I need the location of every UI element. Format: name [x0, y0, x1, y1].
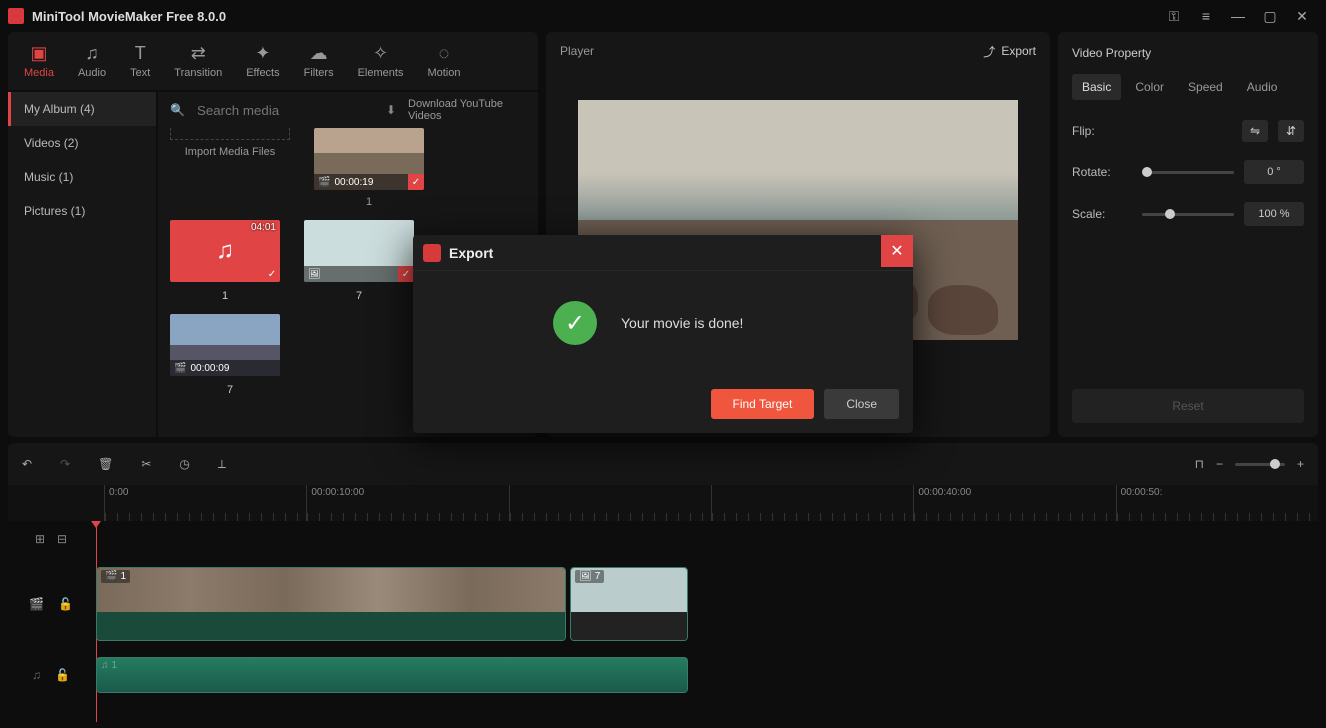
modal-title: Export [449, 245, 493, 261]
app-title: MiniTool MovieMaker Free 8.0.0 [32, 9, 226, 24]
audio-track-icon: ♫ [32, 668, 41, 682]
video-clip[interactable]: 🎬1 [96, 567, 566, 641]
export-dialog: Export ✕ ✓ Your movie is done! Find Targ… [413, 235, 913, 433]
video-icon: 🎬 [174, 363, 186, 374]
image-icon: 🖼 [308, 269, 321, 280]
tab-audio[interactable]: ♫Audio [70, 39, 114, 83]
media-thumb[interactable]: 🎬00:00:19 ✓ [314, 128, 424, 190]
sidebar-item-music[interactable]: Music (1) [8, 160, 156, 194]
crop-icon[interactable]: ⟂ [218, 457, 226, 472]
zoom-slider[interactable] [1235, 463, 1285, 466]
close-icon[interactable]: ✕ [1286, 0, 1318, 32]
maximize-icon[interactable]: ▢ [1254, 0, 1286, 32]
tab-filters[interactable]: ☁Filters [296, 39, 342, 83]
import-box[interactable] [170, 128, 290, 140]
search-icon: 🔍 [170, 103, 185, 117]
cut-icon[interactable]: ✂ [141, 457, 151, 471]
success-check-icon: ✓ [553, 301, 597, 345]
scale-value[interactable]: 100 % [1244, 202, 1304, 226]
check-icon: ✓ [408, 174, 424, 190]
tab-elements[interactable]: ✧Elements [350, 39, 412, 83]
tab-text[interactable]: TText [122, 39, 158, 83]
ptab-basic[interactable]: Basic [1072, 74, 1121, 100]
download-icon: ⬇ [386, 103, 396, 117]
media-thumb-music[interactable]: ♫ 04:01 ✓ [170, 220, 280, 282]
player-label: Player [560, 44, 594, 58]
reset-button[interactable]: Reset [1072, 389, 1304, 423]
tab-motion[interactable]: ◌Motion [419, 39, 468, 83]
ptab-speed[interactable]: Speed [1178, 74, 1233, 100]
app-logo [8, 8, 24, 24]
video-track-icon: 🎬 [29, 597, 44, 611]
find-target-button[interactable]: Find Target [711, 389, 815, 419]
audio-clip[interactable]: ♫1 [96, 657, 688, 693]
tab-transition[interactable]: ⇄Transition [166, 39, 230, 83]
props-title: Video Property [1072, 46, 1304, 60]
minimize-icon[interactable]: — [1222, 0, 1254, 32]
ptab-audio[interactable]: Audio [1237, 74, 1288, 100]
check-icon: ✓ [398, 266, 414, 282]
tab-media[interactable]: ▣Media [16, 39, 62, 83]
sidebar-item-pictures[interactable]: Pictures (1) [8, 194, 156, 228]
ptab-color[interactable]: Color [1125, 74, 1174, 100]
upload-icon: ⤴ [983, 43, 995, 60]
speed-icon[interactable]: ◷ [179, 457, 189, 471]
lock-icon[interactable]: 🔓 [58, 597, 73, 611]
tab-effects[interactable]: ✦Effects [238, 39, 287, 83]
close-button[interactable]: Close [824, 389, 899, 419]
search-input[interactable] [197, 103, 374, 118]
sidebar-item-videos[interactable]: Videos (2) [8, 126, 156, 160]
redo-icon[interactable]: ↷ [60, 457, 70, 471]
undo-icon[interactable]: ↶ [22, 457, 32, 471]
export-button[interactable]: ⤴ Export [983, 43, 1036, 60]
video-icon: 🎬 [318, 177, 330, 188]
video-clip[interactable]: 🖼7 [570, 567, 688, 641]
collapse-icon[interactable]: ⊟ [57, 532, 67, 546]
magnet-icon[interactable]: ⊓ [1195, 457, 1204, 471]
scale-slider[interactable] [1142, 213, 1234, 216]
rotate-slider[interactable] [1142, 171, 1234, 174]
modal-message: Your movie is done! [621, 315, 743, 331]
sidebar-item-myalbum[interactable]: My Album (4) [8, 92, 156, 126]
key-icon[interactable]: ⚿ [1158, 0, 1190, 32]
rotate-value[interactable]: 0 ° [1244, 160, 1304, 184]
zoomin-icon[interactable]: + [1297, 457, 1304, 471]
video-icon: 🎬 [105, 571, 117, 582]
delete-icon[interactable]: 🗑 [98, 457, 113, 471]
media-thumb-sky[interactable]: 🎬00:00:09 [170, 314, 280, 376]
flip-h-button[interactable]: ⇋ [1242, 120, 1268, 142]
lock-icon[interactable]: 🔓 [55, 668, 70, 682]
check-icon: ✓ [264, 266, 280, 282]
media-thumb-photo[interactable]: 🖼 ✓ [304, 220, 414, 282]
modal-logo-icon [423, 244, 441, 262]
zoomout-icon[interactable]: − [1216, 457, 1223, 471]
music-icon: ♫ [216, 237, 234, 265]
flip-v-button[interactable]: ⇵ [1278, 120, 1304, 142]
import-label: Import Media Files [170, 146, 290, 158]
menu-icon[interactable]: ≡ [1190, 0, 1222, 32]
add-track-icon[interactable]: ⊞ [35, 532, 45, 546]
modal-close-button[interactable]: ✕ [881, 235, 913, 267]
image-icon: 🖼 [579, 571, 592, 582]
download-link[interactable]: Download YouTube Videos [408, 98, 526, 122]
